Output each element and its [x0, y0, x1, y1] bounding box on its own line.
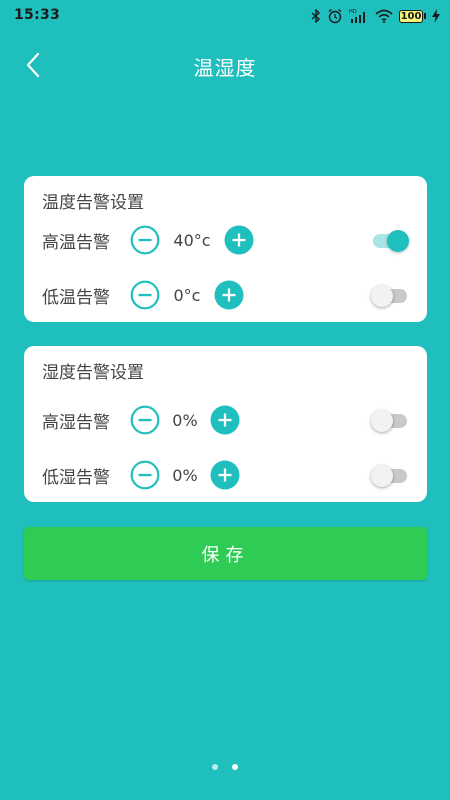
minus-circle-icon [130, 225, 160, 255]
high-temp-alarm-toggle[interactable] [371, 230, 409, 252]
plus-circle-icon [210, 405, 240, 435]
high-humidity-minus-button[interactable] [130, 405, 160, 435]
bluetooth-icon [311, 9, 321, 23]
low-humidity-plus-button[interactable] [210, 460, 240, 490]
high-humidity-plus-button[interactable] [210, 405, 240, 435]
app-header: 温湿度 [0, 40, 450, 90]
humidity-alarm-card: 湿度告警设置 高湿告警 0% 低湿告警 0% [24, 346, 427, 502]
high-temp-alarm-label: 高温告警 [42, 232, 110, 253]
battery-icon: 100 [399, 9, 426, 23]
temperature-card-title: 温度告警设置 [42, 193, 144, 213]
plus-circle-icon [210, 460, 240, 490]
battery-level: 100 [399, 9, 423, 23]
wifi-icon [375, 9, 393, 23]
signal-icon: HD [349, 8, 369, 24]
minus-circle-icon [130, 280, 160, 310]
status-time: 15:33 [14, 7, 61, 23]
high-temp-alarm-row: 高温告警 40°c [42, 224, 409, 256]
alarm-clock-icon [327, 8, 343, 24]
high-temp-value: 40°c [173, 230, 211, 250]
hd-label: HD [349, 9, 357, 15]
minus-circle-icon [130, 460, 160, 490]
charging-icon [432, 9, 440, 23]
humidity-card-title: 湿度告警设置 [42, 363, 144, 383]
low-temp-value: 0°c [173, 285, 201, 305]
status-icons: HD 100 [311, 6, 440, 26]
high-humidity-value: 0% [172, 410, 198, 430]
page-indicator [0, 764, 450, 770]
low-temp-alarm-label: 低温告警 [42, 287, 110, 308]
low-temp-alarm-row: 低温告警 0°c [42, 279, 409, 311]
high-humidity-alarm-row: 高湿告警 0% [42, 404, 409, 436]
minus-circle-icon [130, 405, 160, 435]
save-button[interactable]: 保存 [24, 527, 427, 580]
plus-circle-icon [224, 225, 254, 255]
low-humidity-alarm-toggle[interactable] [371, 465, 409, 487]
high-temp-minus-button[interactable] [130, 225, 160, 255]
temperature-alarm-card: 温度告警设置 高温告警 40°c 低温告警 0°c [24, 176, 427, 322]
high-temp-plus-button[interactable] [224, 225, 254, 255]
page-dot [232, 764, 238, 770]
low-temp-plus-button[interactable] [214, 280, 244, 310]
status-bar: 15:33 HD 100 [0, 0, 450, 32]
page-dot [212, 764, 218, 770]
low-humidity-value: 0% [172, 465, 198, 485]
plus-circle-icon [214, 280, 244, 310]
low-humidity-alarm-label: 低湿告警 [42, 467, 110, 488]
page-title: 温湿度 [193, 56, 257, 80]
high-humidity-alarm-label: 高湿告警 [42, 412, 110, 433]
low-temp-minus-button[interactable] [130, 280, 160, 310]
low-humidity-minus-button[interactable] [130, 460, 160, 490]
high-humidity-alarm-toggle[interactable] [371, 410, 409, 432]
low-humidity-alarm-row: 低湿告警 0% [42, 459, 409, 491]
low-temp-alarm-toggle[interactable] [371, 285, 409, 307]
